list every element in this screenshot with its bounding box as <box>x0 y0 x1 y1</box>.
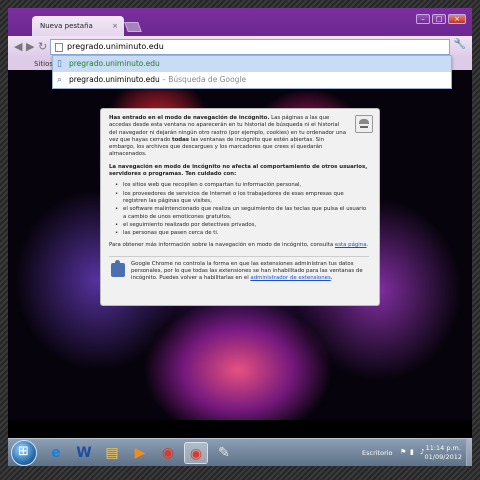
windows-taskbar: e W ▤ ▶ ◉ ◉ ✎ Escritorio ⚑ ▮ ♪ 11:14 p.m… <box>8 438 472 466</box>
more-info-link[interactable]: esta página <box>335 242 367 248</box>
flag-icon[interactable]: ⚑ <box>400 448 406 456</box>
incognito-warning: La navegación en modo de incógnito no af… <box>109 163 368 178</box>
back-icon[interactable]: ◀ <box>14 40 22 54</box>
maximize-button[interactable]: □ <box>432 14 446 24</box>
close-button[interactable]: × <box>448 14 466 24</box>
tab-title: Nueva pestaña <box>40 22 93 30</box>
window-controls: – □ × <box>416 14 466 24</box>
minimize-button[interactable]: – <box>416 14 430 24</box>
incognito-spy-icon <box>355 115 373 133</box>
new-tab-button[interactable] <box>124 22 142 32</box>
list-item: los proveedores de servicios de Internet… <box>115 191 369 206</box>
autocomplete-item[interactable]: ▯ pregrado.uniminuto.edu <box>53 56 451 72</box>
tab-new-tab[interactable]: Nueva pestaña × <box>32 16 124 36</box>
tab-close-icon[interactable]: × <box>112 16 118 36</box>
start-button[interactable] <box>11 440 37 466</box>
page-icon: ▯ <box>57 59 62 69</box>
internet-explorer-icon[interactable]: e <box>44 442 68 464</box>
clock-time: 11:14 p.m. <box>425 444 461 452</box>
show-desktop-button[interactable] <box>466 439 472 466</box>
page-icon <box>55 43 63 52</box>
more-info: Para obtener más información sobre la na… <box>109 242 369 249</box>
incognito-info-panel: Has entrado en el modo de navegación de … <box>100 108 380 306</box>
autocomplete-subtext: – Búsqueda de Google <box>159 75 247 84</box>
incognito-heading: Has entrado en el modo de navegación de … <box>109 115 270 121</box>
autocomplete-dropdown: ▯ pregrado.uniminuto.edu ⌕ pregrado.unim… <box>52 55 452 89</box>
clock[interactable]: 11:14 p.m. 01/09/2012 <box>425 444 462 462</box>
autocomplete-text: pregrado.uniminuto.edu <box>69 75 160 84</box>
incognito-bullets: los sitios web que recopilen o compartan… <box>109 182 369 237</box>
search-icon: ⌕ <box>57 75 63 85</box>
chrome-icon[interactable]: ◉ <box>156 442 180 464</box>
chrome-active-icon[interactable]: ◉ <box>184 442 208 464</box>
folder-icon[interactable]: ▤ <box>100 442 124 464</box>
list-item: el software malintencionado que realiza … <box>115 206 369 221</box>
autocomplete-item[interactable]: ⌕ pregrado.uniminuto.edu – Búsqueda de G… <box>53 72 451 88</box>
list-item: las personas que pasen cerca de ti. <box>115 230 369 238</box>
wrench-icon[interactable]: 🔧 <box>454 39 466 50</box>
extensions-manager-link[interactable]: administrador de extensiones <box>250 275 330 281</box>
clock-date: 01/09/2012 <box>424 453 462 461</box>
media-player-icon[interactable]: ▶ <box>128 442 152 464</box>
address-bar[interactable]: pregrado.uniminuto.edu <box>50 39 450 55</box>
address-text: pregrado.uniminuto.edu <box>67 42 164 51</box>
paint-icon[interactable]: ✎ <box>212 442 236 464</box>
network-icon[interactable]: ▮ <box>410 448 414 456</box>
forward-icon[interactable]: ▶ <box>26 40 34 54</box>
screen: Nueva pestaña × – □ × ◀ ▶ ↻ pregrado.uni… <box>8 8 472 466</box>
reload-icon[interactable]: ↻ <box>38 40 47 54</box>
incognito-intro: Has entrado en el modo de navegación de … <box>109 115 346 158</box>
tray-label[interactable]: Escritorio <box>362 449 393 457</box>
extensions-notice: Google Chrome no controla la forma en qu… <box>109 255 369 283</box>
autocomplete-text: pregrado.uniminuto.edu <box>69 59 160 68</box>
word-icon[interactable]: W <box>72 442 96 464</box>
list-item: el seguimiento realizado por detectives … <box>115 222 369 230</box>
puzzle-icon <box>111 259 125 277</box>
list-item: los sitios web que recopilen o compartan… <box>115 182 369 190</box>
